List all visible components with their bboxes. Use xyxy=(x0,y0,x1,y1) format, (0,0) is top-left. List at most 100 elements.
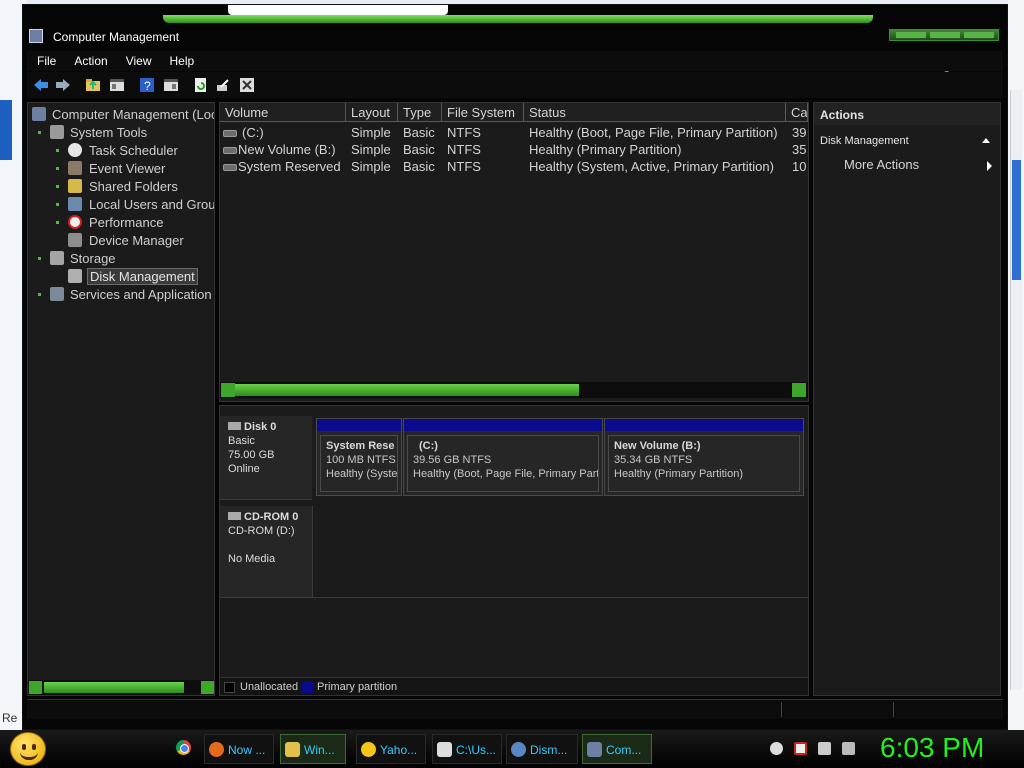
tree-root[interactable]: Computer Management (Loc xyxy=(52,107,214,122)
tree-expander[interactable] xyxy=(56,185,59,188)
tree-item-services[interactable]: Services and Application xyxy=(70,287,212,302)
volume-row[interactable]: New Volume (B:) Simple Basic NTFS Health… xyxy=(220,142,808,159)
taskbar-button-explorer[interactable]: Win... xyxy=(280,734,346,764)
taskbar-button-yahoo[interactable]: Yaho... xyxy=(356,734,426,764)
volume-speaker-icon[interactable] xyxy=(842,742,855,755)
scroll-right-arrow-icon[interactable] xyxy=(792,383,806,397)
tree-expander[interactable] xyxy=(56,203,59,206)
refresh-icon[interactable] xyxy=(193,77,209,93)
tree-item-device-manager[interactable]: Device Manager xyxy=(89,233,184,248)
maximize-button[interactable] xyxy=(930,32,960,38)
volume-row[interactable]: System Reserved Simple Basic NTFS Health… xyxy=(220,159,808,176)
scroll-left-arrow-icon[interactable] xyxy=(221,383,235,397)
cdrom-area[interactable] xyxy=(312,506,808,598)
performance-icon xyxy=(68,215,82,229)
desktop-left-label: Re xyxy=(2,711,18,725)
column-volume[interactable]: Volume xyxy=(220,103,346,122)
menu-view[interactable]: View xyxy=(116,51,160,68)
tree-expander[interactable] xyxy=(38,257,41,260)
partition-size: 35.34 GB NTFS xyxy=(614,454,693,466)
chrome-icon[interactable] xyxy=(176,740,191,755)
tree-item-system-tools[interactable]: System Tools xyxy=(70,125,147,140)
menu-action[interactable]: Action xyxy=(64,51,115,68)
taskbar-button-computer-management[interactable]: Com... xyxy=(582,734,652,764)
tree-item-performance[interactable]: Performance xyxy=(89,215,163,230)
help-icon[interactable]: ? xyxy=(139,77,155,93)
volume-list-horizontal-scrollbar[interactable] xyxy=(220,382,808,398)
disk-0-header[interactable]: Disk 0 Basic 75.00 GB Online xyxy=(220,416,312,500)
tree-item-local-users[interactable]: Local Users and Grou xyxy=(89,197,214,212)
disk-size: 75.00 GB xyxy=(228,449,275,461)
export-icon[interactable] xyxy=(215,77,231,93)
cell-file-system: NTFS xyxy=(447,125,481,140)
cell-status: Healthy (System, Active, Primary Partiti… xyxy=(529,159,774,174)
tree-item-event-viewer[interactable]: Event Viewer xyxy=(89,161,165,176)
properties-icon[interactable] xyxy=(163,77,179,93)
cell-type: Basic xyxy=(403,159,435,174)
column-status[interactable]: Status xyxy=(524,103,786,122)
disk-state: No Media xyxy=(228,553,276,565)
tree-item-storage[interactable]: Storage xyxy=(70,251,116,266)
primary-partition-bar xyxy=(317,419,401,431)
show-hide-tree-icon[interactable] xyxy=(109,77,125,93)
scroll-right-arrow-icon[interactable] xyxy=(201,681,214,694)
device-manager-icon xyxy=(68,233,82,247)
tree-expander[interactable] xyxy=(56,167,59,170)
drive-icon xyxy=(223,147,237,154)
network-icon[interactable] xyxy=(818,742,831,755)
settings-icon[interactable] xyxy=(239,77,255,93)
scroll-thumb[interactable] xyxy=(44,682,184,693)
disk-graphical-view: Disk 0 Basic 75.00 GB Online System Rese… xyxy=(219,405,809,696)
more-actions-link[interactable]: More Actions xyxy=(844,157,919,172)
menu-file[interactable]: File xyxy=(27,51,64,68)
actions-section-disk-management[interactable]: Disk Management xyxy=(814,131,1000,151)
folder-up-icon[interactable] xyxy=(85,77,101,93)
firefox-icon xyxy=(209,742,224,757)
menu-help[interactable]: Help xyxy=(160,51,203,68)
minimize-button[interactable] xyxy=(896,32,926,38)
column-type[interactable]: Type xyxy=(398,103,442,122)
tree-expander[interactable] xyxy=(56,149,59,152)
column-file-system[interactable]: File System xyxy=(442,103,524,122)
window-controls[interactable] xyxy=(889,29,999,41)
column-capacity[interactable]: Ca xyxy=(786,103,808,122)
tree-expander[interactable] xyxy=(38,293,41,296)
tree-horizontal-scrollbar[interactable] xyxy=(28,680,214,695)
tree-expander[interactable] xyxy=(38,131,41,134)
taskbar-button-dism[interactable]: Dism... xyxy=(506,734,578,764)
disk-name: CD-ROM 0 xyxy=(244,511,299,523)
title-bar[interactable]: Computer Management xyxy=(23,23,1009,51)
action-center-flag-icon[interactable] xyxy=(794,742,807,755)
column-layout[interactable]: Layout xyxy=(346,103,398,122)
taskbar-button-7zip[interactable]: C:\Us... xyxy=(432,734,502,764)
partition-c[interactable]: (C:) 39.56 GB NTFS Healthy (Boot, Page Fil… xyxy=(403,418,603,496)
scroll-thumb[interactable] xyxy=(235,384,579,396)
forward-arrow-icon[interactable] xyxy=(55,77,71,93)
submenu-arrow-icon[interactable] xyxy=(987,161,992,171)
cell-status: Healthy (Primary Partition) xyxy=(529,142,682,157)
partition-b[interactable]: New Volume (B:) 35.34 GB NTFS Healthy (Pri… xyxy=(604,418,804,496)
tree-item-shared-folders[interactable]: Shared Folders xyxy=(89,179,178,194)
partition-size: 100 MB NTFS xyxy=(326,454,396,466)
start-smiley-icon[interactable] xyxy=(10,732,46,766)
storage-icon xyxy=(50,251,64,265)
cdrom-0-header[interactable]: CD-ROM 0 CD-ROM (D:) No Media xyxy=(220,506,312,598)
close-button[interactable] xyxy=(964,32,994,38)
disk-icon xyxy=(68,269,82,283)
menu-bar: File Action View Help xyxy=(27,51,1003,71)
collapse-arrow-icon[interactable] xyxy=(982,138,990,143)
volume-list: Volume Layout Type File System Status Ca… xyxy=(219,102,809,402)
taskbar-button-firefox[interactable]: Now ... xyxy=(204,734,274,764)
tree-item-task-scheduler[interactable]: Task Scheduler xyxy=(89,143,178,158)
tree-item-disk-management[interactable]: Disk Management xyxy=(87,268,198,285)
tree-expander[interactable] xyxy=(56,221,59,224)
back-arrow-icon[interactable] xyxy=(33,77,49,93)
tray-status-icon[interactable] xyxy=(770,742,783,755)
volume-row[interactable]: (C:) Simple Basic NTFS Healthy (Boot, Pa… xyxy=(220,125,808,142)
cell-capacity: 39 xyxy=(792,125,807,140)
hard-disk-icon xyxy=(228,422,241,430)
partition-system-reserved[interactable]: System Rese 100 MB NTFS Healthy (Syste xyxy=(316,418,402,496)
scroll-left-arrow-icon[interactable] xyxy=(29,681,42,694)
taskbar-clock[interactable]: 6:03 PM xyxy=(880,732,984,764)
partition-status: Healthy (Syste xyxy=(326,468,398,480)
